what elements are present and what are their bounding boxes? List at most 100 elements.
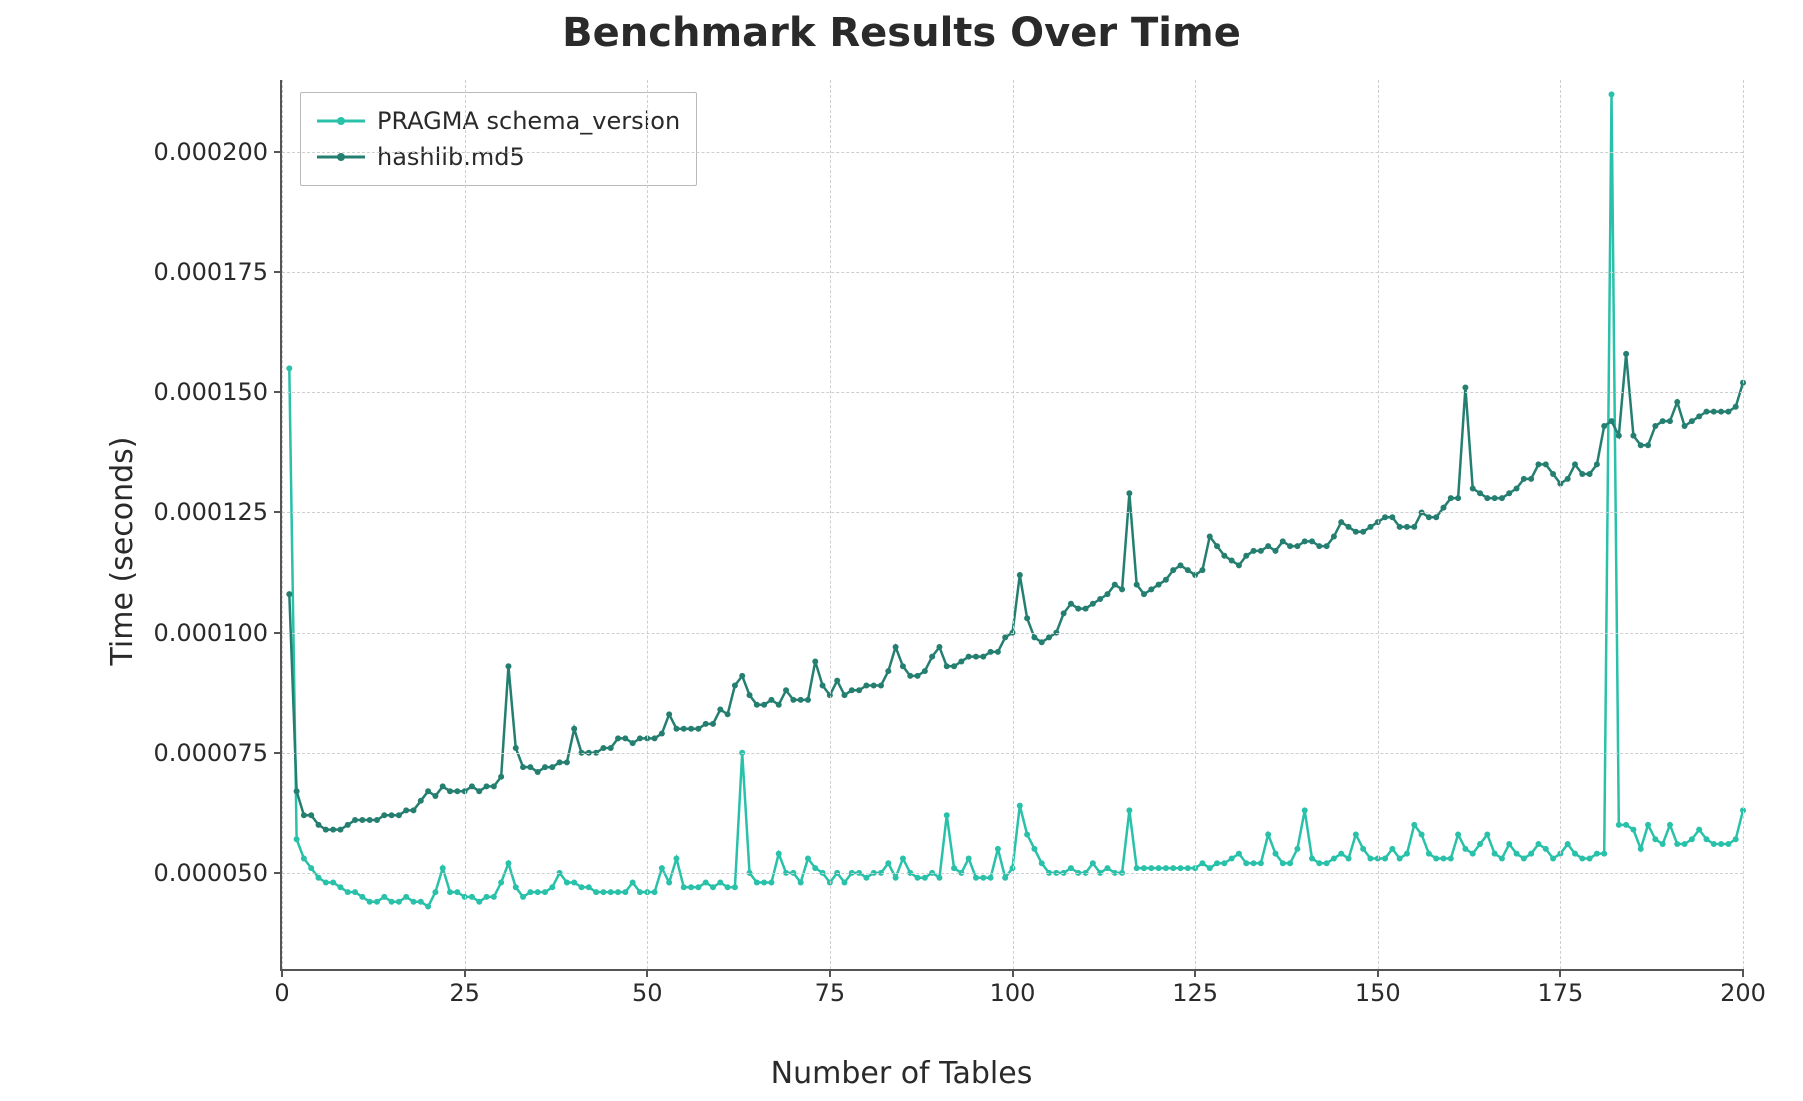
data-point <box>615 735 621 741</box>
data-point <box>1214 860 1220 866</box>
gridline-v <box>1378 80 1379 969</box>
data-point <box>1397 855 1403 861</box>
data-point <box>440 865 446 871</box>
data-point <box>1265 543 1271 549</box>
data-point <box>1645 822 1651 828</box>
y-tick-label: 0.000050 <box>153 859 268 887</box>
data-point <box>1287 860 1293 866</box>
data-point <box>958 658 964 664</box>
data-point <box>1251 548 1257 554</box>
data-point <box>1170 567 1176 573</box>
data-point <box>1667 418 1673 424</box>
data-point <box>703 721 709 727</box>
data-point <box>505 860 511 866</box>
data-point <box>1535 841 1541 847</box>
x-tick-label: 200 <box>1720 979 1766 1007</box>
data-point <box>396 899 402 905</box>
data-point <box>1156 865 1162 871</box>
data-point <box>440 783 446 789</box>
data-point <box>1404 524 1410 530</box>
data-point <box>681 726 687 732</box>
data-point <box>403 807 409 813</box>
gridline-v <box>465 80 466 969</box>
data-point <box>1075 606 1081 612</box>
data-point <box>988 875 994 881</box>
data-point <box>1601 851 1607 857</box>
data-point <box>600 889 606 895</box>
data-point <box>1163 865 1169 871</box>
data-point <box>673 855 679 861</box>
data-point <box>1243 553 1249 559</box>
series-line <box>289 354 1743 830</box>
data-point <box>1002 634 1008 640</box>
data-point <box>1572 461 1578 467</box>
data-point <box>1104 865 1110 871</box>
gridline-h <box>282 272 1743 273</box>
data-point <box>1309 538 1315 544</box>
data-point <box>783 687 789 693</box>
data-point <box>1178 562 1184 568</box>
data-point <box>1309 855 1315 861</box>
data-point <box>1185 567 1191 573</box>
data-point <box>432 793 438 799</box>
tick-mark <box>829 969 831 977</box>
data-point <box>615 889 621 895</box>
data-point <box>1689 418 1695 424</box>
data-point <box>761 702 767 708</box>
data-point <box>308 812 314 818</box>
data-point <box>1565 841 1571 847</box>
data-point <box>1543 846 1549 852</box>
data-point <box>535 889 541 895</box>
data-point <box>1134 582 1140 588</box>
data-point <box>1711 409 1717 415</box>
data-point <box>1389 514 1395 520</box>
gridline-v <box>830 80 831 969</box>
data-point <box>1207 865 1213 871</box>
tick-mark <box>274 271 282 273</box>
data-point <box>1645 442 1651 448</box>
data-point <box>1682 841 1688 847</box>
data-point <box>1126 490 1132 496</box>
data-point <box>1338 851 1344 857</box>
data-point <box>1404 851 1410 857</box>
data-point <box>520 894 526 900</box>
data-point <box>389 899 395 905</box>
data-point <box>790 697 796 703</box>
data-point <box>980 654 986 660</box>
tick-mark <box>1559 969 1561 977</box>
data-point <box>622 889 628 895</box>
data-point <box>1236 562 1242 568</box>
data-point <box>491 894 497 900</box>
data-point <box>995 846 1001 852</box>
data-point <box>1711 841 1717 847</box>
data-point <box>1630 433 1636 439</box>
data-point <box>1725 841 1731 847</box>
y-tick-label: 0.000175 <box>153 258 268 286</box>
data-point <box>1316 543 1322 549</box>
data-point <box>907 673 913 679</box>
tick-mark <box>1377 969 1379 977</box>
data-point <box>542 889 548 895</box>
data-point <box>308 865 314 871</box>
data-point <box>1528 851 1534 857</box>
data-point <box>323 880 329 886</box>
data-point <box>754 702 760 708</box>
data-point <box>323 827 329 833</box>
data-point <box>1024 615 1030 621</box>
data-point <box>337 884 343 890</box>
data-point <box>1718 409 1724 415</box>
data-point <box>1609 91 1615 97</box>
tick-mark <box>646 969 648 977</box>
data-point <box>915 673 921 679</box>
tick-mark <box>1194 969 1196 977</box>
data-point <box>1346 524 1352 530</box>
data-point <box>1638 846 1644 852</box>
data-point <box>1229 855 1235 861</box>
data-point <box>527 889 533 895</box>
data-point <box>549 764 555 770</box>
data-point <box>1682 423 1688 429</box>
data-point <box>1506 490 1512 496</box>
data-point <box>929 654 935 660</box>
data-point <box>1652 836 1658 842</box>
data-point <box>1470 485 1476 491</box>
